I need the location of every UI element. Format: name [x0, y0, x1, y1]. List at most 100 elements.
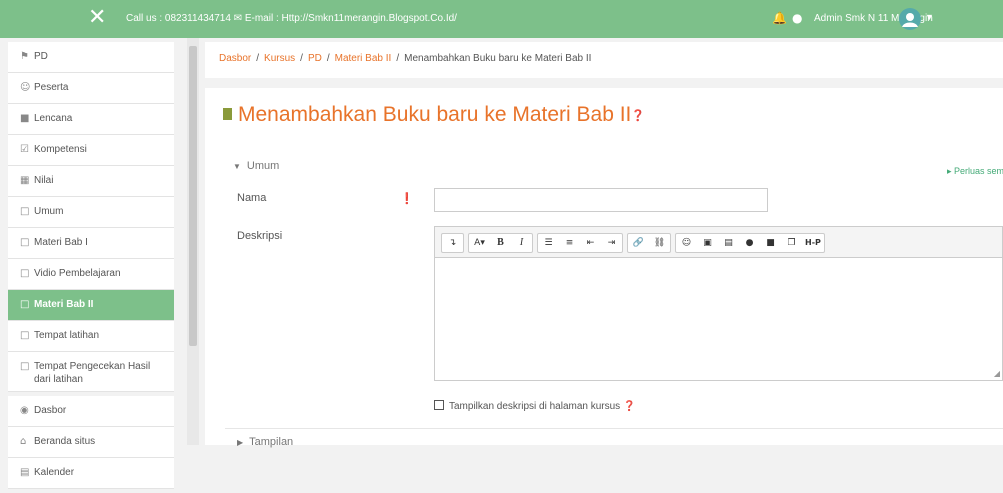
toolbar-toggle-icon[interactable]: ↴: [442, 234, 463, 252]
sidebar-course-group: ⚑ PD ☺ Peserta ■ Lencana ☑ Kompetensi ▦ Nilai…: [8, 42, 174, 392]
toolbar-group: 🔗 ⛓: [627, 233, 671, 253]
sidebar-item-kompetensi[interactable]: ☑ Kompetensi: [8, 135, 174, 166]
page-title-text: Menambahkan Buku baru ke Materi Bab II: [238, 103, 632, 126]
toolbar-group: ☰ ≡ ⇤ ⇥: [537, 233, 623, 253]
sidebar-item-peserta[interactable]: ☺ Peserta: [8, 73, 174, 104]
italic-icon[interactable]: I: [511, 234, 532, 252]
video-camera-icon[interactable]: ■: [760, 234, 781, 252]
sidebar-item-label: Tempat Pengecekan Hasil dari latihan: [34, 361, 151, 385]
sidebar-item-label: Umum: [34, 206, 64, 217]
collapse-triangle-icon: ▼: [233, 162, 241, 171]
sidebar-item-tempat-latihan[interactable]: □ Tempat latihan: [8, 321, 174, 352]
show-description-checkbox[interactable]: Tampilkan deskripsi di halaman kursus ❓: [434, 400, 636, 412]
resize-handle-icon[interactable]: ◢: [994, 369, 1000, 378]
notification-bell-icon[interactable]: 🔔: [772, 11, 787, 25]
folder-icon: □: [20, 237, 30, 248]
sidebar-item-label: PD: [34, 51, 48, 62]
indent-icon[interactable]: ⇥: [601, 234, 622, 252]
sidebar-item-label: Lencana: [34, 113, 73, 124]
manage-files-icon[interactable]: ❐: [781, 234, 802, 252]
sidebar-item-label: Dasbor: [34, 405, 67, 416]
sidebar-item-label: Beranda situs: [34, 436, 96, 447]
emoticon-icon[interactable]: ☺: [676, 234, 697, 252]
unlink-icon[interactable]: ⛓: [649, 234, 670, 252]
folder-icon: □: [20, 299, 30, 310]
h5p-icon[interactable]: H-P: [802, 234, 824, 252]
folder-icon: □: [20, 268, 30, 279]
avatar[interactable]: [899, 8, 921, 30]
editor-toolbar: ↴ A▾ B I ☰ ≡ ⇤ ⇥ 🔗 ⛓ ☺ ▣ ▤ ● ■ ❐ H-P: [441, 233, 825, 253]
expand-all-label: Perluas semua: [954, 166, 1003, 176]
sidebar-item-materi-bab-2[interactable]: □ Materi Bab II: [8, 290, 174, 321]
sidebar-item-kalender[interactable]: ▤ Kalender: [8, 458, 174, 489]
calendar-icon: ▤: [20, 467, 30, 478]
folder-icon: □: [20, 206, 30, 217]
sidebar-item-materi-bab-1[interactable]: □ Materi Bab I: [8, 228, 174, 259]
sidebar-item-label: Nilai: [34, 175, 54, 186]
book-icon: [223, 108, 232, 120]
microphone-icon[interactable]: ●: [739, 234, 760, 252]
folder-icon: □: [20, 330, 30, 341]
section-umum-header[interactable]: ▼ Umum: [233, 160, 279, 172]
show-description-label: Tampilkan deskripsi di halaman kursus: [449, 401, 621, 412]
dashboard-icon: ◉: [20, 405, 29, 416]
outdent-icon[interactable]: ⇤: [580, 234, 601, 252]
message-icon[interactable]: ●: [792, 11, 802, 25]
sidebar-item-vidio-pembelajaran[interactable]: □ Vidio Pembelajaran: [8, 259, 174, 290]
top-bar: ✕ Call us : 082311434714 ✉ E-mail : Http…: [0, 0, 1003, 38]
sidebar-item-lencana[interactable]: ■ Lencana: [8, 104, 174, 135]
breadcrumb-separator: /: [300, 53, 303, 64]
sidebar-item-pd[interactable]: ⚑ PD: [8, 42, 174, 73]
breadcrumb-bar: Dasbor / Kursus / PD / Materi Bab II / Menambahk…: [205, 42, 1003, 78]
breadcrumb-separator: /: [256, 53, 260, 64]
breadcrumb-dasbor[interactable]: Dasbor: [219, 53, 251, 64]
folder-icon: □: [20, 361, 30, 372]
help-icon[interactable]: ❓: [631, 110, 645, 122]
breadcrumb-separator: /: [396, 53, 400, 64]
section-tampilan-header[interactable]: ▶ Tampilan: [237, 436, 293, 448]
sidebar-item-nilai[interactable]: ▦ Nilai: [8, 166, 174, 197]
section-divider: [225, 428, 1003, 429]
required-icon: ❗: [400, 192, 414, 205]
checkbox-box[interactable]: [434, 400, 444, 410]
sidebar-scrollbar-thumb[interactable]: [189, 46, 197, 346]
sidebar-item-label: Tempat latihan: [34, 330, 100, 341]
breadcrumb-pd[interactable]: PD: [308, 53, 322, 64]
sidebar-item-dasbor[interactable]: ◉ Dasbor: [8, 396, 174, 427]
description-editor: ↴ A▾ B I ☰ ≡ ⇤ ⇥ 🔗 ⛓ ☺ ▣ ▤ ● ■ ❐ H-P ◢: [434, 226, 1003, 381]
name-label: Nama: [237, 192, 267, 204]
table-icon: ▦: [20, 175, 30, 186]
sidebar-item-beranda-situs[interactable]: ⌂ Beranda situs: [8, 427, 174, 458]
name-input[interactable]: [434, 188, 768, 212]
sidebar-site-group: ◉ Dasbor ⌂ Beranda situs ▤ Kalender: [8, 396, 174, 489]
main-content: Menambahkan Buku baru ke Materi Bab II❓ …: [205, 88, 1003, 448]
section-umum-label: Umum: [246, 160, 280, 172]
image-icon[interactable]: ▣: [697, 234, 718, 252]
breadcrumb-kursus[interactable]: Kursus: [264, 53, 295, 64]
help-icon[interactable]: ❓: [623, 401, 635, 412]
bold-icon[interactable]: B: [490, 234, 511, 252]
sidebar-item-label: Vidio Pembelajaran: [34, 268, 121, 279]
breadcrumb-current: Menambahkan Buku baru ke Materi Bab II: [404, 53, 592, 64]
toolbar-group: ☺ ▣ ▤ ● ■ ❐ H-P: [675, 233, 825, 253]
description-textarea[interactable]: [435, 257, 1002, 380]
font-style-icon[interactable]: A▾: [469, 234, 490, 252]
check-square-icon: ☑: [20, 144, 29, 155]
breadcrumb-materi-bab-2[interactable]: Materi Bab II: [335, 53, 392, 64]
link-icon[interactable]: 🔗: [628, 234, 649, 252]
page-title: Menambahkan Buku baru ke Materi Bab II❓: [223, 103, 645, 127]
expand-all-link[interactable]: ▸ Perluas semua: [947, 166, 1003, 177]
sidebar-item-label: Materi Bab I: [34, 237, 88, 248]
breadcrumb: Dasbor / Kursus / PD / Materi Bab II / Menambahk…: [219, 53, 591, 64]
sidebar-item-label: Kalender: [34, 467, 75, 478]
user-menu-caret-icon[interactable]: ▼: [925, 12, 934, 22]
sidebar-item-umum[interactable]: □ Umum: [8, 197, 174, 228]
sidebar-item-label: Materi Bab II: [34, 299, 94, 310]
media-icon[interactable]: ▤: [718, 234, 739, 252]
close-icon[interactable]: ✕: [88, 6, 106, 30]
expand-triangle-icon: ▶: [237, 438, 244, 447]
sidebar-nav: ⚑ PD ☺ Peserta ■ Lencana ☑ Kompetensi ▦ Nilai…: [8, 42, 174, 493]
ordered-list-icon[interactable]: ≡: [559, 234, 580, 252]
sidebar-item-tempat-pengecekan[interactable]: □ Tempat Pengecekan Hasil dari latihan: [8, 352, 174, 392]
unordered-list-icon[interactable]: ☰: [538, 234, 559, 252]
